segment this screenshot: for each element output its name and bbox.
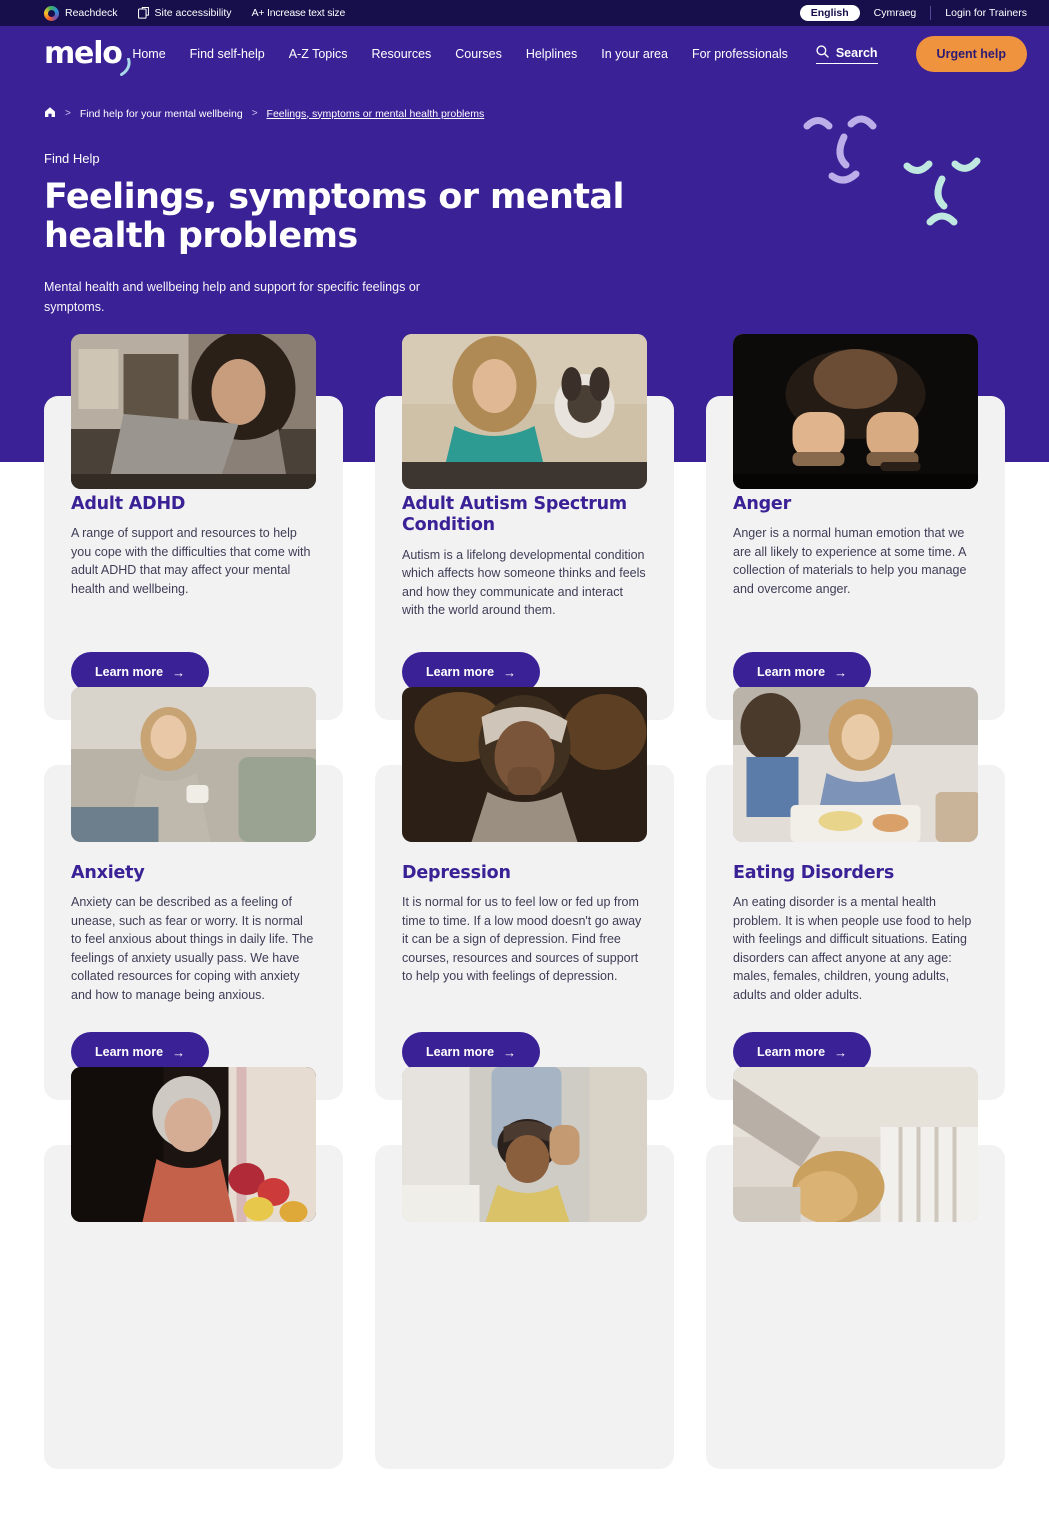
reachdeck-icon bbox=[44, 5, 59, 21]
increase-text-size-label: A+ Increase text size bbox=[251, 7, 346, 19]
card-title: Anger bbox=[733, 494, 792, 514]
card-image bbox=[71, 687, 316, 842]
breadcrumb-separator-1: > bbox=[65, 108, 71, 119]
arrow-right-icon: → bbox=[172, 664, 186, 680]
topic-card[interactable]: Depression It is normal for us to feel l… bbox=[375, 687, 674, 1101]
topic-card[interactable]: Adult Autism Spectrum Condition Autism i… bbox=[375, 334, 674, 720]
card-image bbox=[402, 334, 647, 489]
card-image bbox=[733, 1067, 978, 1223]
login-for-trainers-link[interactable]: Login for Trainers bbox=[945, 7, 1027, 19]
learn-more-label: Learn more bbox=[95, 1045, 164, 1060]
learn-more-button[interactable]: Learn more → bbox=[733, 1032, 872, 1073]
logo-swoosh-icon bbox=[115, 57, 131, 76]
learn-more-button[interactable]: Learn more → bbox=[402, 652, 541, 692]
card-row-1: Adult ADHD A range of support and resour… bbox=[44, 334, 1005, 720]
utility-bar-right-group: English Cymraeg Login for Trainers bbox=[799, 5, 1027, 21]
card-image bbox=[71, 1067, 316, 1223]
melo-logo[interactable]: melo bbox=[44, 36, 131, 76]
arrow-right-icon: → bbox=[172, 1044, 186, 1060]
accessibility-icon bbox=[137, 7, 149, 19]
arrow-right-icon: → bbox=[503, 664, 517, 680]
learn-more-button[interactable]: Learn more → bbox=[71, 1032, 210, 1073]
nav-item-in-your-area[interactable]: In your area bbox=[601, 47, 668, 61]
nav-links-group: Home Find self-help A-Z Topics Resources… bbox=[132, 36, 1027, 72]
card-title: Anxiety bbox=[71, 863, 145, 883]
learn-more-label: Learn more bbox=[757, 665, 826, 679]
learn-more-label: Learn more bbox=[95, 665, 164, 679]
breadcrumb-item-current[interactable]: Feelings, symptoms or mental health prob… bbox=[267, 108, 485, 120]
page-subtitle: Mental health and wellbeing help and sup… bbox=[44, 280, 420, 314]
nav-item-courses[interactable]: Courses bbox=[455, 47, 502, 61]
card-description: Anxiety can be described as a feeling of… bbox=[71, 895, 314, 1002]
utility-bar-left-group: Reachdeck Site accessibility A+ Increase… bbox=[44, 5, 346, 21]
search-button[interactable]: Search bbox=[815, 44, 878, 64]
logo-wordmark: melo bbox=[44, 36, 123, 71]
topic-card[interactable]: Anger Anger is a normal human emotion th… bbox=[706, 334, 1005, 720]
decorative-faces-illustration bbox=[787, 104, 1007, 244]
home-icon bbox=[44, 106, 56, 118]
site-accessibility-label: Site accessibility bbox=[154, 7, 232, 19]
reachdeck-link[interactable]: Reachdeck bbox=[44, 5, 118, 21]
search-label: Search bbox=[835, 45, 878, 60]
learn-more-label: Learn more bbox=[426, 665, 495, 679]
learn-more-label: Learn more bbox=[757, 1045, 826, 1060]
card-title: Eating Disorders bbox=[733, 863, 895, 883]
card-row-2: Anxiety Anxiety can be described as a fe… bbox=[44, 687, 1005, 1101]
card-description: It is normal for us to feel low or fed u… bbox=[402, 895, 642, 984]
nav-item-a-z-topics[interactable]: A-Z Topics bbox=[289, 47, 348, 61]
search-icon bbox=[816, 44, 829, 61]
language-english-button[interactable]: English bbox=[799, 5, 860, 21]
increase-text-size-link[interactable]: A+ Increase text size bbox=[252, 7, 346, 19]
topic-card-grid: Adult ADHD A range of support and resour… bbox=[0, 334, 1049, 1514]
card-description: A range of support and resources to help… bbox=[71, 526, 311, 596]
nav-item-find-self-help[interactable]: Find self-help bbox=[190, 47, 265, 61]
topic-card[interactable]: Eating Disorders An eating disorder is a… bbox=[706, 687, 1005, 1101]
language-cymraeg-link[interactable]: Cymraeg bbox=[874, 7, 917, 19]
nav-item-helplines[interactable]: Helplines bbox=[526, 47, 577, 61]
card-description: Autism is a lifelong developmental condi… bbox=[402, 547, 646, 618]
card-image bbox=[71, 334, 316, 489]
nav-item-resources[interactable]: Resources bbox=[372, 47, 432, 61]
nav-item-home[interactable]: Home bbox=[132, 47, 165, 61]
card-title: Depression bbox=[402, 863, 511, 883]
urgent-help-button[interactable]: Urgent help bbox=[915, 36, 1027, 72]
arrow-right-icon: → bbox=[503, 1044, 517, 1060]
utility-divider bbox=[930, 6, 932, 20]
card-row-3 bbox=[44, 1067, 1005, 1470]
site-accessibility-link[interactable]: Site accessibility bbox=[137, 7, 232, 19]
learn-more-button[interactable]: Learn more → bbox=[733, 652, 872, 692]
card-title: Adult ADHD bbox=[71, 494, 186, 514]
page-title: Feelings, symptoms or mental health prob… bbox=[44, 177, 624, 257]
topic-card[interactable]: Anxiety Anxiety can be described as a fe… bbox=[44, 687, 343, 1101]
topic-card[interactable]: Adult ADHD A range of support and resour… bbox=[44, 334, 343, 720]
arrow-right-icon: → bbox=[834, 1044, 848, 1060]
reachdeck-label: Reachdeck bbox=[65, 7, 118, 19]
nav-item-for-professionals[interactable]: For professionals bbox=[692, 47, 788, 61]
card-title: Adult Autism Spectrum Condition bbox=[402, 494, 627, 536]
learn-more-button[interactable]: Learn more → bbox=[402, 1032, 541, 1073]
utility-bar: Reachdeck Site accessibility A+ Increase… bbox=[0, 0, 1049, 26]
breadcrumb-home-link[interactable] bbox=[44, 106, 56, 121]
breadcrumb-item-parent[interactable]: Find help for your mental wellbeing bbox=[80, 108, 243, 120]
card-image bbox=[402, 1067, 647, 1223]
learn-more-button[interactable]: Learn more → bbox=[71, 652, 210, 692]
main-navigation: melo Home Find self-help A-Z Topics Reso… bbox=[0, 26, 1049, 82]
card-image bbox=[402, 687, 647, 842]
topic-card[interactable] bbox=[375, 1067, 674, 1470]
learn-more-label: Learn more bbox=[426, 1045, 495, 1060]
card-image bbox=[733, 334, 978, 489]
topic-card[interactable] bbox=[44, 1067, 343, 1470]
topic-card[interactable] bbox=[706, 1067, 1005, 1470]
arrow-right-icon: → bbox=[834, 664, 848, 680]
card-description: Anger is a normal human emotion that we … bbox=[733, 526, 967, 596]
breadcrumb-separator-2: > bbox=[251, 108, 258, 119]
card-description: An eating disorder is a mental health pr… bbox=[733, 895, 972, 1002]
card-image bbox=[733, 687, 978, 842]
